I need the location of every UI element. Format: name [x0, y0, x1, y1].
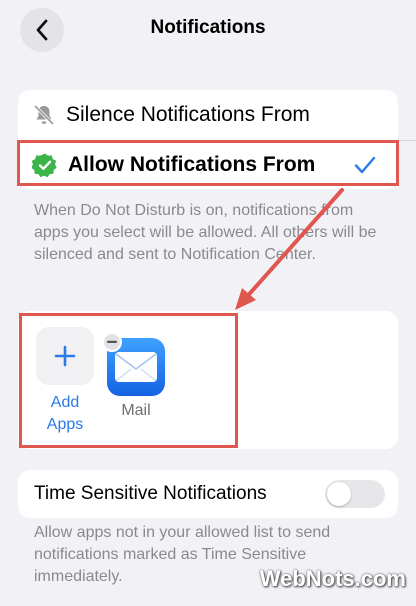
minus-icon	[107, 340, 117, 343]
option-silence-label: Silence Notifications From	[66, 103, 310, 126]
checkmark-icon	[354, 156, 376, 174]
remove-app-button[interactable]	[102, 332, 122, 352]
time-sensitive-label: Time Sensitive Notifications	[34, 483, 267, 504]
option-allow-label: Allow Notifications From	[68, 153, 316, 176]
mail-app-label: Mail	[121, 402, 151, 419]
dnd-description: When Do Not Disturb is on, notifications…	[34, 202, 377, 263]
option-silence[interactable]: Silence Notifications From	[18, 90, 398, 140]
time-sensitive-toggle[interactable]	[325, 480, 385, 508]
plus-icon	[54, 345, 76, 367]
add-apps-label: Add Apps	[46, 394, 84, 433]
add-apps-button[interactable]	[36, 327, 94, 385]
option-allow[interactable]: Allow Notifications From	[18, 141, 398, 189]
bell-slash-icon	[32, 103, 56, 127]
watermark: WebNots.com	[259, 566, 406, 591]
toggle-knob	[327, 482, 351, 506]
envelope-icon	[115, 352, 157, 382]
page-title: Notifications	[150, 17, 266, 38]
verified-badge-icon	[32, 152, 58, 178]
